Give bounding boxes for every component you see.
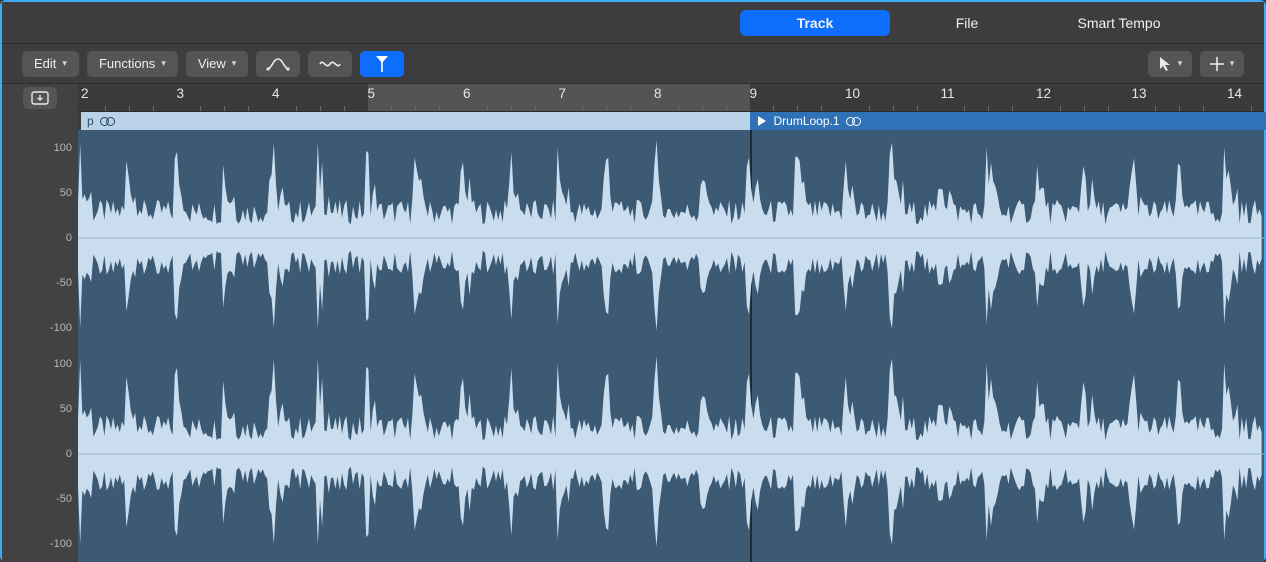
amp-label: 0 [66,232,72,244]
tab-track[interactable]: Track [740,10,890,36]
waveform-left [78,130,1264,346]
chevron-down-icon: ▾ [161,58,166,69]
inspector-tabs: Track File Smart Tempo [2,2,1264,44]
waveform-area[interactable] [78,130,1264,562]
amp-label: 0 [66,448,72,460]
editor-toolbar: Edit ▾ Functions ▾ View ▾ ▾ [2,44,1264,84]
region-track: p DrumLoop.1 [78,112,1264,130]
catch-playhead-button[interactable] [360,51,404,77]
view-menu-label: View [198,56,226,71]
chevron-down-icon: ▾ [1178,58,1183,69]
chevron-down-icon: ▾ [1230,58,1235,69]
automation-curve-button[interactable] [256,51,300,77]
view-menu[interactable]: View ▾ [186,51,248,77]
region-name: DrumLoop.1 [774,114,840,128]
bar-marker: 9 [750,84,758,101]
amp-label: -100 [50,538,72,550]
left-tool-select[interactable]: ▾ [1148,51,1192,77]
bar-marker: 4 [272,84,280,101]
amp-label: -100 [50,322,72,334]
waveform-row: 100 50 0 -50 -100 100 50 0 -50 -100 [2,130,1264,562]
bar-marker: 13 [1132,84,1147,101]
bar-marker: 12 [1036,84,1051,101]
bar-marker: 8 [654,84,662,101]
flex-icon [319,57,341,71]
stereo-icon [100,117,115,126]
region-header[interactable]: p [81,112,750,130]
bar-marker: 3 [177,84,185,101]
edit-menu-label: Edit [34,56,56,71]
bar-marker: 5 [368,84,376,101]
pointer-tool-icon [1158,56,1172,72]
catch-playhead-icon [373,56,391,72]
region-header-row: p DrumLoop.1 [2,112,1264,130]
waveform-right [78,346,1264,562]
automation-curve-icon [266,57,290,71]
bar-marker: 7 [559,84,567,101]
tab-file[interactable]: File [892,10,1042,36]
ruler-row: 2 3 4 5 6 7 8 9 10 11 12 13 14 [2,84,1264,112]
bar-marker: 11 [941,84,955,101]
region-gutter [2,112,78,130]
edit-menu[interactable]: Edit ▾ [22,51,79,77]
bar-marker: 2 [81,84,89,101]
stereo-icon [846,117,861,126]
region-name-fragment: p [87,114,94,128]
amp-label: 50 [60,187,72,199]
region-header[interactable]: DrumLoop.1 [750,112,1266,130]
amp-label: 100 [54,142,72,154]
amp-label: 50 [60,403,72,415]
amplitude-gutter: 100 50 0 -50 -100 100 50 0 -50 -100 [2,130,78,562]
bar-marker: 10 [845,84,860,101]
amp-label: 100 [54,358,72,370]
bar-ruler[interactable]: 2 3 4 5 6 7 8 9 10 11 12 13 14 [78,84,1264,112]
chevron-down-icon: ▾ [232,58,237,69]
functions-menu-label: Functions [99,56,155,71]
ruler-gutter [2,84,78,112]
amp-label: -50 [56,493,72,505]
catalog-button[interactable] [23,87,57,109]
bar-marker: 14 [1227,84,1242,101]
amp-label: -50 [56,277,72,289]
play-icon [756,115,768,127]
tab-smart-tempo[interactable]: Smart Tempo [1044,10,1194,36]
flex-button[interactable] [308,51,352,77]
crosshair-tool-icon [1210,57,1224,71]
catalog-icon [31,91,49,105]
functions-menu[interactable]: Functions ▾ [87,51,178,77]
bar-marker: 6 [463,84,471,101]
chevron-down-icon: ▾ [62,58,67,69]
right-tool-select[interactable]: ▾ [1200,51,1244,77]
